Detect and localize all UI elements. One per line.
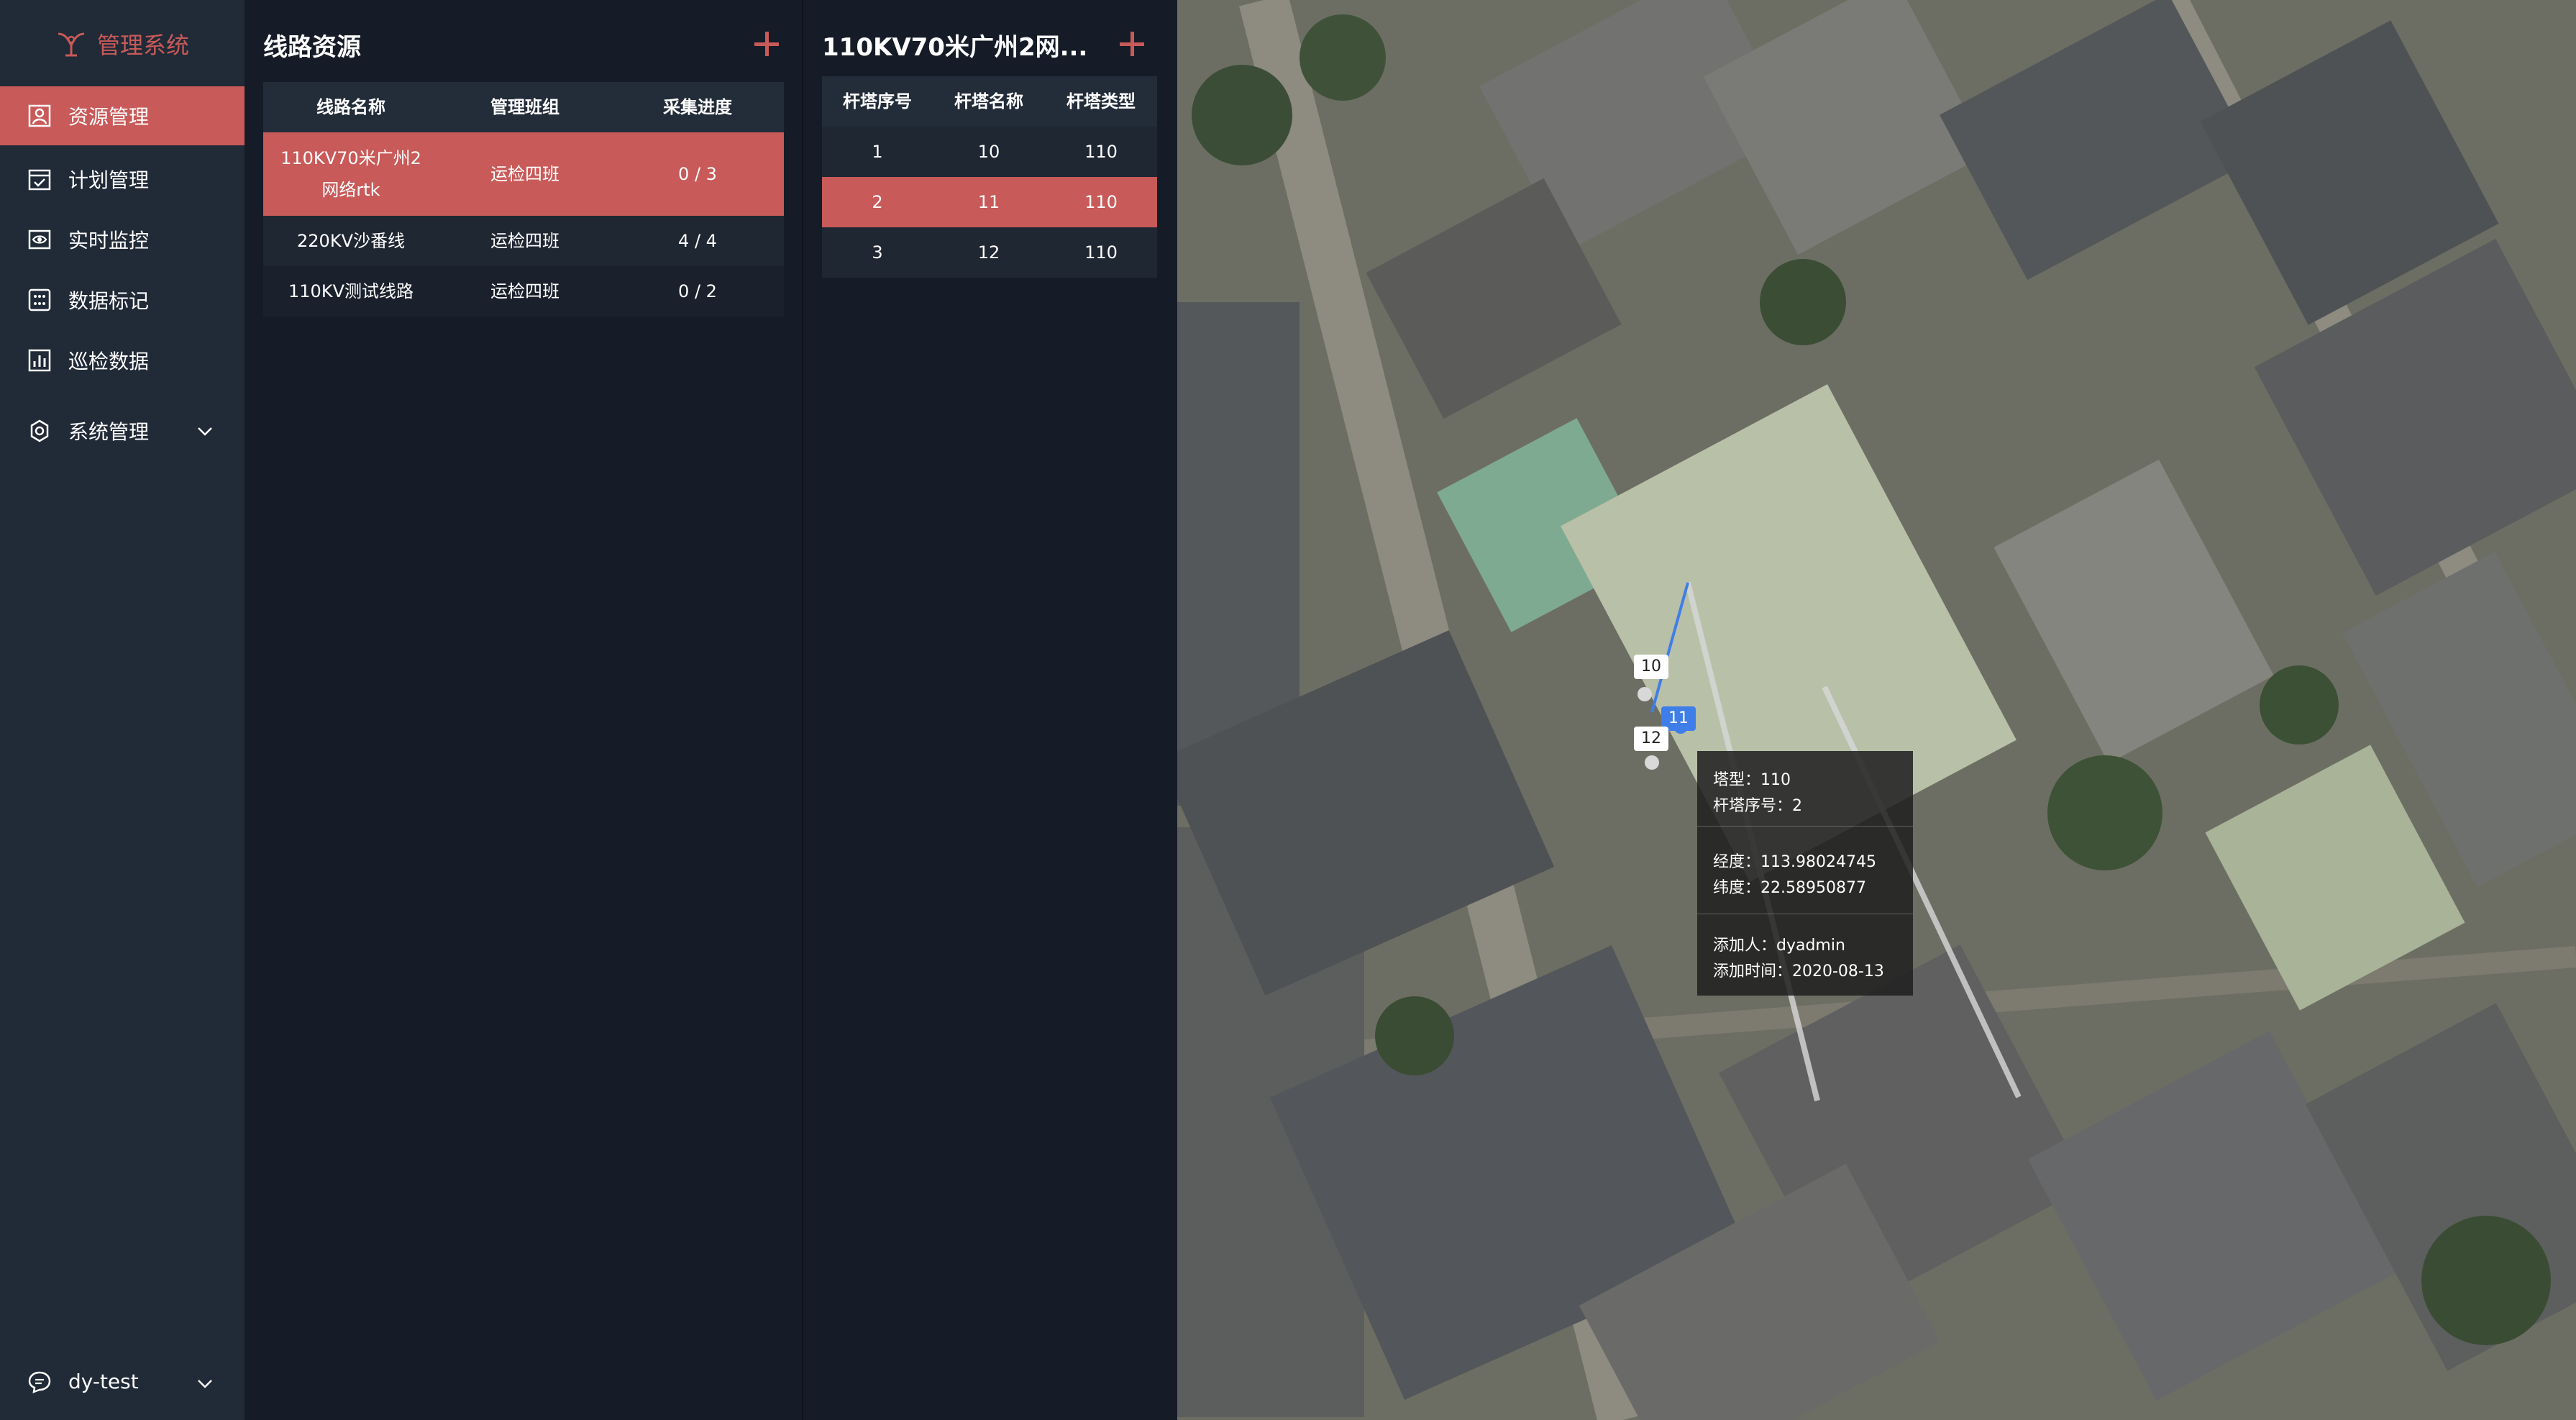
tower-info-tooltip: 塔型：110 杆塔序号：2 经度：113.98024745 纬度：22.5895… <box>1697 751 1913 996</box>
column-header: 管理班组 <box>490 97 559 117</box>
line-name: 220KV沙番线 <box>297 231 405 251</box>
add-line-button[interactable] <box>754 32 779 56</box>
line-name: 110KV测试线路 <box>288 281 414 301</box>
tower-type: 110 <box>1084 242 1118 263</box>
tower-type: 110 <box>1084 142 1118 162</box>
resource-icon <box>28 104 51 127</box>
eye-monitor-icon <box>28 229 51 250</box>
sidebar-item-system[interactable]: 系统管理 <box>0 401 245 460</box>
line-name: 110KV70米广州2 网络rtk <box>263 142 439 206</box>
chevron-down-icon[interactable] <box>194 420 216 442</box>
map-imagery <box>1177 0 2576 1420</box>
line-name-line2: 网络rtk <box>321 180 380 200</box>
logo-icon <box>58 32 85 57</box>
gear-icon <box>30 419 49 442</box>
tower-name: 12 <box>977 242 1000 263</box>
sidebar-item-label: 实时监控 <box>68 229 150 252</box>
sidebar-item-label: 系统管理 <box>68 420 150 444</box>
sidebar-item-data-mark[interactable]: 数据标记 <box>0 270 245 329</box>
tower-seq: 2 <box>872 192 883 212</box>
line-progress: 0 / 3 <box>678 164 717 184</box>
tooltip-time: 添加时间：2020-08-13 <box>1713 962 1884 980</box>
table-row[interactable]: 220KV沙番线 运检四班 4 / 4 <box>263 216 784 266</box>
column-header: 杆塔类型 <box>1067 91 1136 111</box>
sidebar-item-label: 巡检数据 <box>68 350 150 373</box>
tooltip-divider <box>1697 826 1913 827</box>
table-row[interactable]: 3 12 110 <box>822 227 1157 278</box>
tooltip-longitude: 经度：113.98024745 <box>1713 853 1876 871</box>
calendar-check-icon <box>28 169 51 191</box>
grid-mark-icon <box>28 288 51 311</box>
column-header: 采集进度 <box>663 97 732 117</box>
towers-panel: 110KV70米广州2网... 杆塔序号 杆塔名称 杆塔类型 1 10 110 … <box>803 0 1177 1420</box>
app-brand[interactable]: 管理系统 <box>0 0 245 88</box>
table-row[interactable]: 2 11 110 <box>822 177 1157 227</box>
lines-panel: 线路资源 线路名称 管理班组 采集进度 110KV70米广州2 网络rtk 运检… <box>245 0 802 1420</box>
tower-name: 11 <box>977 192 1000 212</box>
tooltip-type: 塔型：110 <box>1713 771 1791 789</box>
tooltip-adder: 添加人：dyadmin <box>1713 937 1845 955</box>
bar-chart-icon <box>28 349 51 372</box>
add-tower-button[interactable] <box>1120 32 1144 56</box>
tooltip-seq: 杆塔序号：2 <box>1713 797 1802 815</box>
sidebar-item-inspection[interactable]: 巡检数据 <box>0 331 245 390</box>
column-header: 杆塔名称 <box>954 91 1023 111</box>
sidebar-item-label: 数据标记 <box>68 289 150 313</box>
line-team: 运检四班 <box>490 231 559 251</box>
column-header: 杆塔序号 <box>843 91 912 111</box>
line-team: 运检四班 <box>490 164 559 184</box>
satellite-map[interactable] <box>1177 0 2576 1420</box>
sidebar: 管理系统 资源管理 计划管理 实时监控 数据标记 巡检数据 系统管理 dy-te… <box>0 0 245 1420</box>
tower-seq: 3 <box>872 242 883 263</box>
panel-title: 110KV70米广州2网... <box>822 33 1088 62</box>
tower-marker-label[interactable]: 12 <box>1634 727 1668 751</box>
tower-marker-label[interactable]: 10 <box>1634 655 1668 679</box>
sidebar-item-plan[interactable]: 计划管理 <box>0 150 245 209</box>
tower-seq: 1 <box>872 142 883 162</box>
line-progress: 0 / 2 <box>678 281 717 301</box>
user-name: dy-test <box>68 1370 139 1393</box>
line-progress: 4 / 4 <box>678 231 717 251</box>
table-header: 线路名称 管理班组 采集进度 <box>263 82 784 132</box>
table-header: 杆塔序号 杆塔名称 杆塔类型 <box>822 76 1157 127</box>
column-header: 线路名称 <box>316 97 385 117</box>
table-row[interactable]: 110KV70米广州2 网络rtk 运检四班 0 / 3 <box>263 132 784 216</box>
sidebar-item-monitor[interactable]: 实时监控 <box>0 210 245 269</box>
sidebar-item-resource[interactable]: 资源管理 <box>0 86 245 145</box>
line-team: 运检四班 <box>490 281 559 301</box>
chat-bubble-icon <box>28 1371 51 1393</box>
user-menu[interactable]: dy-test <box>0 1354 245 1413</box>
panel-title: 线路资源 <box>263 33 361 62</box>
table-row[interactable]: 1 10 110 <box>822 127 1157 177</box>
chevron-down-icon[interactable] <box>194 1373 216 1394</box>
sidebar-item-label: 资源管理 <box>68 105 150 129</box>
sidebar-item-label: 计划管理 <box>68 168 150 192</box>
tower-name: 10 <box>977 142 1000 162</box>
tooltip-latitude: 纬度：22.58950877 <box>1713 879 1866 897</box>
app-title: 管理系统 <box>96 32 189 59</box>
table-row[interactable]: 110KV测试线路 运检四班 0 / 2 <box>263 266 784 317</box>
tower-type: 110 <box>1084 192 1118 212</box>
line-name-line1: 110KV70米广州2 <box>280 148 421 168</box>
